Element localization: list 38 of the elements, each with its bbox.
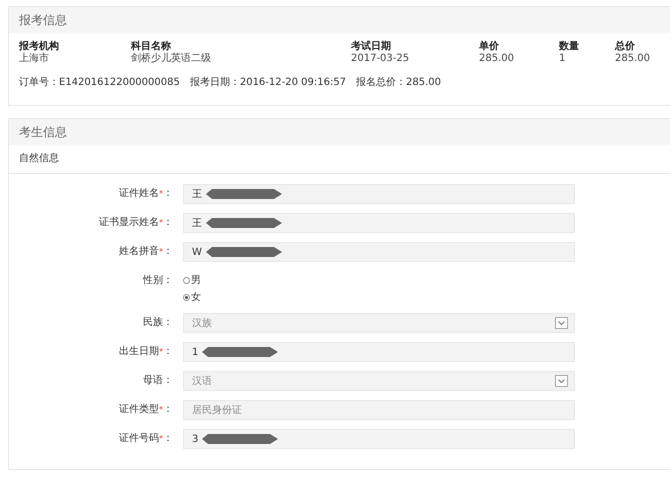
radio-icon[interactable] xyxy=(183,294,190,300)
field-label: 民族： xyxy=(142,316,174,330)
column-heading: 科目名称 xyxy=(131,41,172,52)
text-field[interactable]: W xyxy=(183,242,575,262)
column-heading: 数量 xyxy=(559,41,580,53)
field-value: 汉族 xyxy=(192,316,212,330)
dropdown-icon xyxy=(555,317,568,329)
field-value: 汉语 xyxy=(192,375,212,388)
panel-title: 考生信息 xyxy=(9,119,670,145)
field-value: 王 xyxy=(192,188,202,201)
text-field[interactable]: 1 xyxy=(183,342,575,362)
column-heading: 总价 xyxy=(615,41,636,53)
field-label: 性别： xyxy=(142,274,174,288)
field-value: 1 xyxy=(192,346,198,358)
radio-option[interactable]: 女 xyxy=(183,290,201,304)
field-value: 居民身份证 xyxy=(192,404,242,417)
field-label: 母语： xyxy=(142,374,174,388)
column-heading: 报考机构 xyxy=(19,41,60,52)
field-value: W xyxy=(192,246,202,258)
text-field[interactable]: 3 xyxy=(183,429,575,449)
column-value: 上海市 xyxy=(19,53,50,65)
text-field[interactable]: 王 xyxy=(183,184,575,204)
column-value: 285.00 xyxy=(479,53,515,65)
dropdown-icon xyxy=(555,375,568,387)
column-value: 285.00 xyxy=(615,53,651,65)
panel-title: 报考信息 xyxy=(9,7,670,33)
column-value: 剑桥少儿英语二级 xyxy=(131,53,212,65)
column-value: 2017-03-25 xyxy=(351,53,410,65)
text-field[interactable]: 王 xyxy=(183,213,575,233)
field-value: 3 xyxy=(192,434,198,444)
section-title: 自然信息 xyxy=(9,145,670,174)
radio-icon[interactable] xyxy=(183,276,190,284)
field-value: 王 xyxy=(192,217,202,230)
column-heading: 考试日期 xyxy=(351,41,392,53)
column-value: 1 xyxy=(559,53,566,65)
column-heading: 单价 xyxy=(479,41,500,53)
radio-option[interactable]: 男 xyxy=(183,273,201,287)
order-summary: 订单号：E142016122000000085 报考日期：2016-12-20 09:16:57 报名总价：285.00 xyxy=(18,76,442,90)
